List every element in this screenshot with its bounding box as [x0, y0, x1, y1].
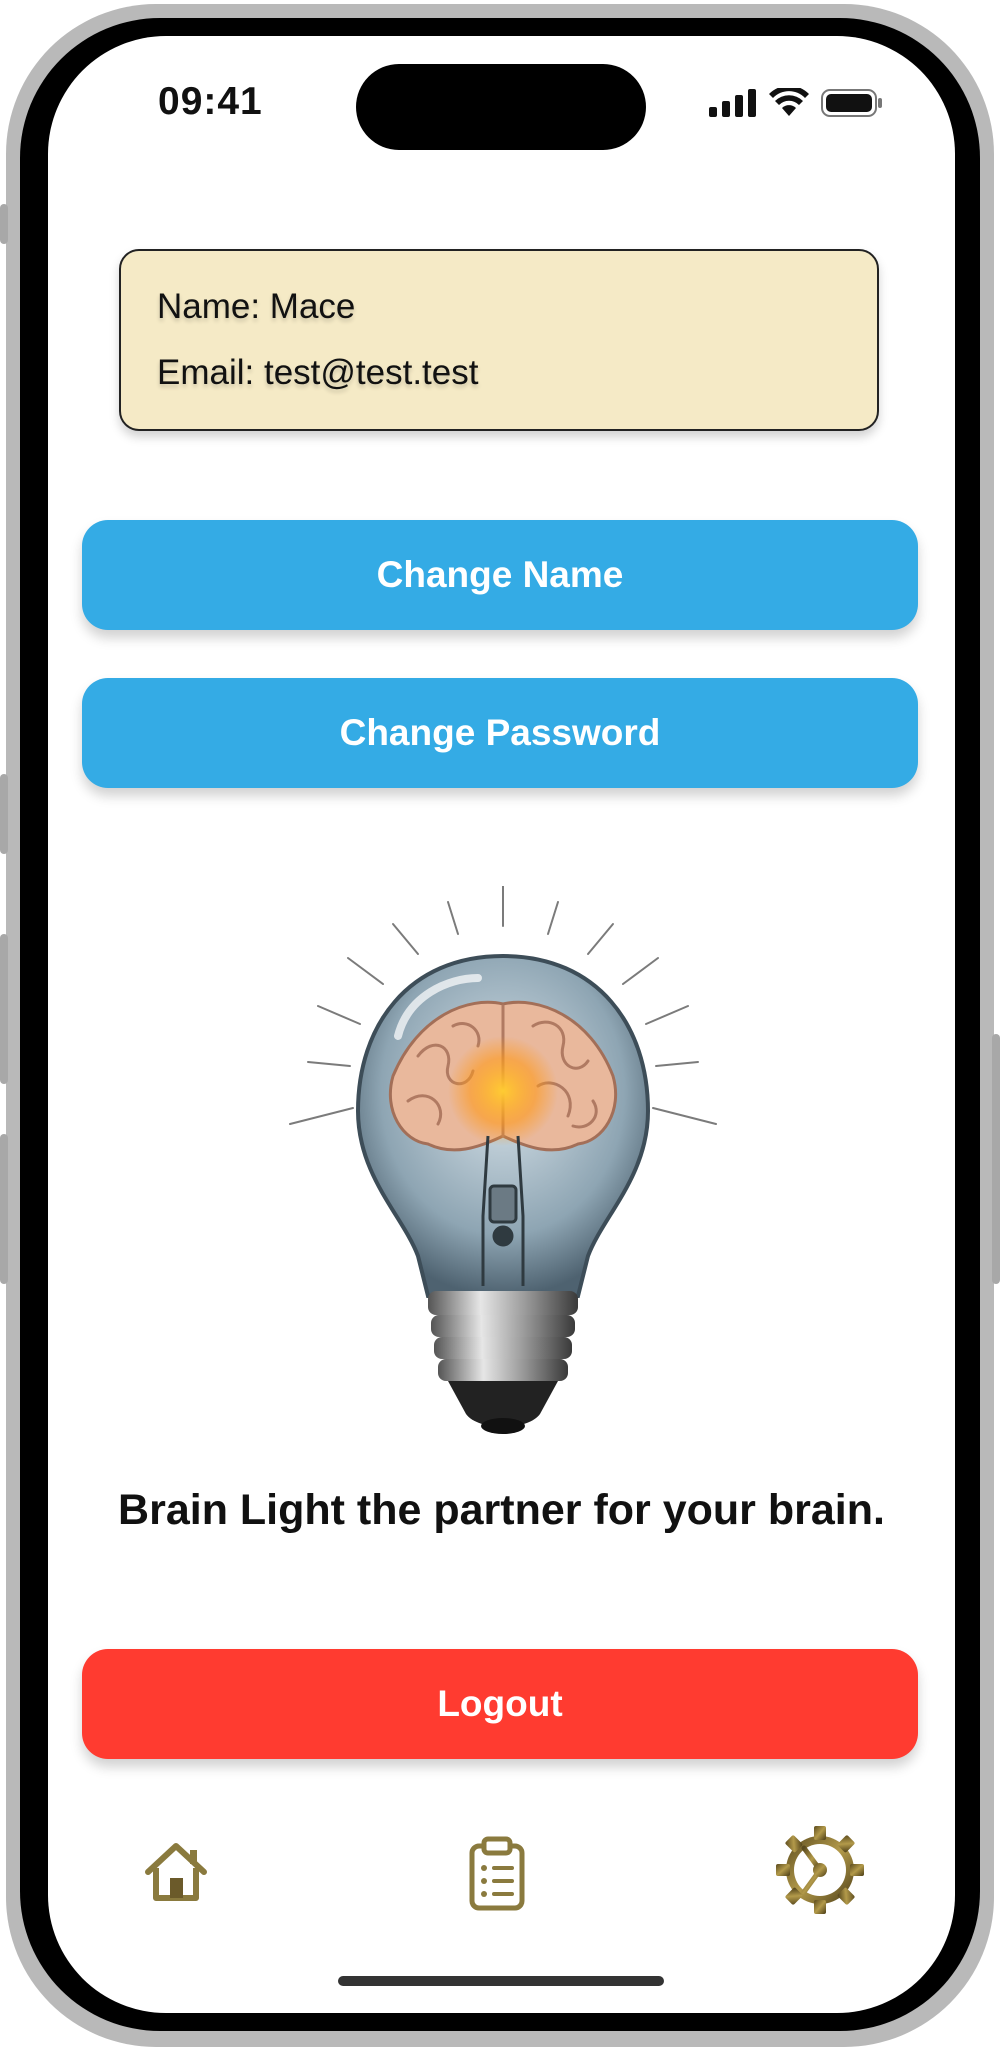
logout-button[interactable]: Logout	[82, 1649, 918, 1759]
status-icons	[709, 88, 883, 118]
change-name-button[interactable]: Change Name	[82, 520, 918, 630]
change-password-button[interactable]: Change Password	[82, 678, 918, 788]
profile-name: Name: Mace	[157, 287, 356, 326]
side-button	[0, 204, 8, 244]
side-button	[0, 934, 8, 1084]
status-time: 09:41	[158, 80, 263, 123]
tab-tasks[interactable]	[466, 1836, 528, 1917]
brain-lightbulb-image	[289, 886, 717, 1434]
tab-home[interactable]	[140, 1836, 212, 1913]
home-icon	[145, 1843, 207, 1901]
profile-email: Email: test@test.test	[157, 353, 479, 392]
battery-icon	[821, 89, 882, 117]
clipboard-list-icon	[469, 1836, 525, 1911]
side-button	[0, 774, 8, 854]
profile-card: Name: Mace Email: test@test.test	[119, 249, 879, 431]
signal-icon	[709, 89, 756, 117]
gear-icon	[776, 1826, 864, 1914]
tagline: Brain Light the partner for your brain.	[118, 1486, 885, 1534]
home-indicator	[338, 1976, 664, 1986]
wifi-icon	[769, 88, 809, 116]
screen: 09:41 Name: Mace Email: test@test.test C…	[48, 36, 955, 2013]
dynamic-island	[356, 64, 646, 150]
side-button	[992, 1034, 1000, 1284]
side-button	[0, 1134, 8, 1284]
tab-settings[interactable]	[774, 1824, 866, 1921]
